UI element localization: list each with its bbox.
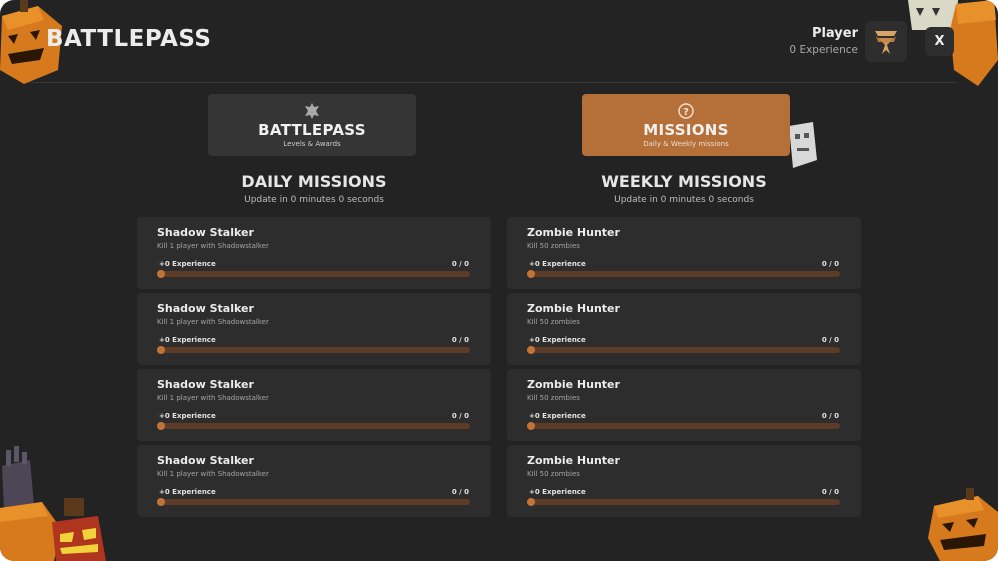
- mission-reward: +0 Experience: [529, 412, 586, 420]
- mission-name: Shadow Stalker: [157, 226, 254, 239]
- daily-mission-card: Shadow Stalker Kill 1 player with Shadow…: [137, 445, 491, 517]
- daily-mission-card: Shadow Stalker Kill 1 player with Shadow…: [137, 293, 491, 365]
- mission-description: Kill 50 zombies: [527, 242, 580, 250]
- pumpkin-bottom-left-icon: [0, 498, 106, 561]
- mission-reward: +0 Experience: [529, 488, 586, 496]
- mission-progress-bar: [157, 270, 470, 278]
- tab-battlepass[interactable]: BATTLEPASS Levels & Awards: [208, 94, 416, 156]
- svg-text:?: ?: [683, 107, 689, 118]
- player-info: Player 0 Experience: [789, 26, 858, 56]
- mission-count: 0 / 0: [821, 336, 839, 344]
- mission-progress-fill: [527, 498, 535, 506]
- mission-name: Shadow Stalker: [157, 302, 254, 315]
- question-circle-icon: ?: [678, 102, 694, 119]
- mission-progress-fill: [157, 270, 165, 278]
- mission-reward: +0 Experience: [159, 336, 216, 344]
- player-avatar[interactable]: [865, 21, 907, 62]
- tab-missions-subtitle: Daily & Weekly missions: [643, 139, 729, 148]
- rank-emblem-icon: [875, 30, 897, 54]
- page-title: BATTLEPASS: [46, 26, 212, 52]
- daily-missions-title: DAILY MISSIONS: [241, 172, 387, 191]
- header-divider: [28, 82, 958, 83]
- mission-count: 0 / 0: [451, 488, 469, 496]
- mission-progress-fill: [527, 270, 535, 278]
- weekly-missions-timer: Update in 0 minutes 0 seconds: [614, 195, 754, 205]
- mission-description: Kill 50 zombies: [527, 394, 580, 402]
- mission-progress-fill: [157, 498, 165, 506]
- mission-reward: +0 Experience: [529, 336, 586, 344]
- tab-battlepass-subtitle: Levels & Awards: [283, 139, 341, 148]
- battlepass-window: BATTLEPASS Player 0 Experience X BATTLEP…: [0, 0, 998, 561]
- weekly-mission-card: Zombie Hunter Kill 50 zombies +0 Experie…: [507, 369, 861, 441]
- mission-progress-bar: [157, 422, 470, 430]
- mission-count: 0 / 0: [451, 336, 469, 344]
- tab-missions-title: MISSIONS: [643, 120, 729, 139]
- pumpkin-bottom-right-icon: [928, 488, 998, 561]
- mission-description: Kill 50 zombies: [527, 318, 580, 326]
- weekly-mission-card: Zombie Hunter Kill 50 zombies +0 Experie…: [507, 445, 861, 517]
- mission-reward: +0 Experience: [159, 260, 216, 268]
- close-button[interactable]: X: [925, 27, 954, 56]
- mission-description: Kill 1 player with Shadowstalker: [157, 318, 269, 326]
- mission-name: Shadow Stalker: [157, 454, 254, 467]
- mission-reward: +0 Experience: [529, 260, 586, 268]
- weekly-mission-card: Zombie Hunter Kill 50 zombies +0 Experie…: [507, 293, 861, 365]
- mission-name: Zombie Hunter: [527, 454, 620, 467]
- gear-badge-icon: [305, 102, 319, 119]
- mission-progress-fill: [157, 422, 165, 430]
- mission-description: Kill 1 player with Shadowstalker: [157, 394, 269, 402]
- daily-mission-card: Shadow Stalker Kill 1 player with Shadow…: [137, 217, 491, 289]
- mission-progress-bar: [527, 270, 840, 278]
- tab-missions[interactable]: ? MISSIONS Daily & Weekly missions: [582, 94, 790, 156]
- mission-count: 0 / 0: [821, 412, 839, 420]
- mission-description: Kill 1 player with Shadowstalker: [157, 242, 269, 250]
- weekly-mission-card: Zombie Hunter Kill 50 zombies +0 Experie…: [507, 217, 861, 289]
- mission-count: 0 / 0: [821, 260, 839, 268]
- mission-name: Zombie Hunter: [527, 302, 620, 315]
- daily-mission-card: Shadow Stalker Kill 1 player with Shadow…: [137, 369, 491, 441]
- daily-missions-timer: Update in 0 minutes 0 seconds: [244, 195, 384, 205]
- mission-name: Zombie Hunter: [527, 226, 620, 239]
- mission-progress-fill: [527, 346, 535, 354]
- weekly-missions-title: WEEKLY MISSIONS: [601, 172, 767, 191]
- mission-progress-bar: [527, 422, 840, 430]
- tab-battlepass-title: BATTLEPASS: [258, 120, 366, 139]
- mission-reward: +0 Experience: [159, 488, 216, 496]
- mission-count: 0 / 0: [821, 488, 839, 496]
- player-experience: 0 Experience: [789, 44, 858, 56]
- mission-name: Zombie Hunter: [527, 378, 620, 391]
- mission-progress-bar: [157, 498, 470, 506]
- mission-progress-fill: [157, 346, 165, 354]
- mission-description: Kill 50 zombies: [527, 470, 580, 478]
- mission-progress-fill: [527, 422, 535, 430]
- mission-progress-bar: [157, 346, 470, 354]
- player-name: Player: [811, 26, 858, 41]
- mission-progress-bar: [527, 498, 840, 506]
- mission-name: Shadow Stalker: [157, 378, 254, 391]
- mission-count: 0 / 0: [451, 260, 469, 268]
- mission-description: Kill 1 player with Shadowstalker: [157, 470, 269, 478]
- mission-count: 0 / 0: [451, 412, 469, 420]
- mission-reward: +0 Experience: [159, 412, 216, 420]
- mission-progress-bar: [527, 346, 840, 354]
